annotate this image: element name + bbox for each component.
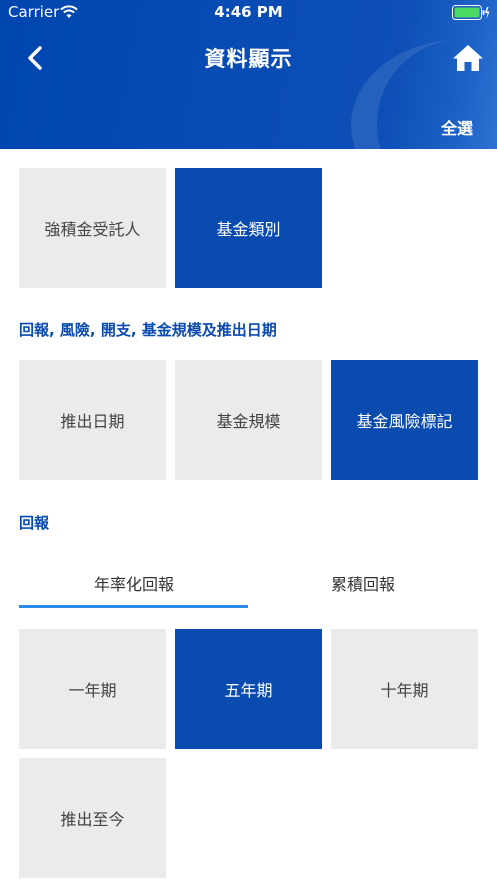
header-bar: Carrier 4:46 PM 資料顯示 全選	[0, 0, 497, 149]
tile-since-launch[interactable]: 推出至今	[19, 758, 166, 878]
tile-fund-category[interactable]: 基金類別	[175, 168, 322, 288]
section-heading-performance: 回報, 風險, 開支, 基金規模及推出日期	[19, 321, 277, 339]
tile-ten-year[interactable]: 十年期	[331, 629, 478, 749]
tile-fund-size[interactable]: 基金規模	[175, 360, 322, 480]
tile-mpf-trustee[interactable]: 強積金受託人	[19, 168, 166, 288]
tile-launch-date[interactable]: 推出日期	[19, 360, 166, 480]
status-time: 4:46 PM	[214, 3, 283, 21]
home-button[interactable]	[451, 42, 485, 74]
active-tab-indicator	[19, 605, 248, 608]
select-all-button[interactable]: 全選	[441, 115, 473, 139]
tile-one-year[interactable]: 一年期	[19, 629, 166, 749]
battery-icon	[452, 5, 490, 25]
tile-five-year[interactable]: 五年期	[175, 629, 322, 749]
tab-annualized-return[interactable]: 年率化回報	[19, 558, 249, 608]
status-bar: Carrier 4:46 PM	[0, 0, 497, 26]
home-icon	[451, 45, 485, 78]
section-heading-returns: 回報	[19, 514, 50, 532]
page-title: 資料顯示	[204, 47, 293, 71]
tab-cumulative-return[interactable]: 累積回報	[248, 558, 478, 608]
tile-fund-risk-indicator[interactable]: 基金風險標記	[331, 360, 478, 480]
